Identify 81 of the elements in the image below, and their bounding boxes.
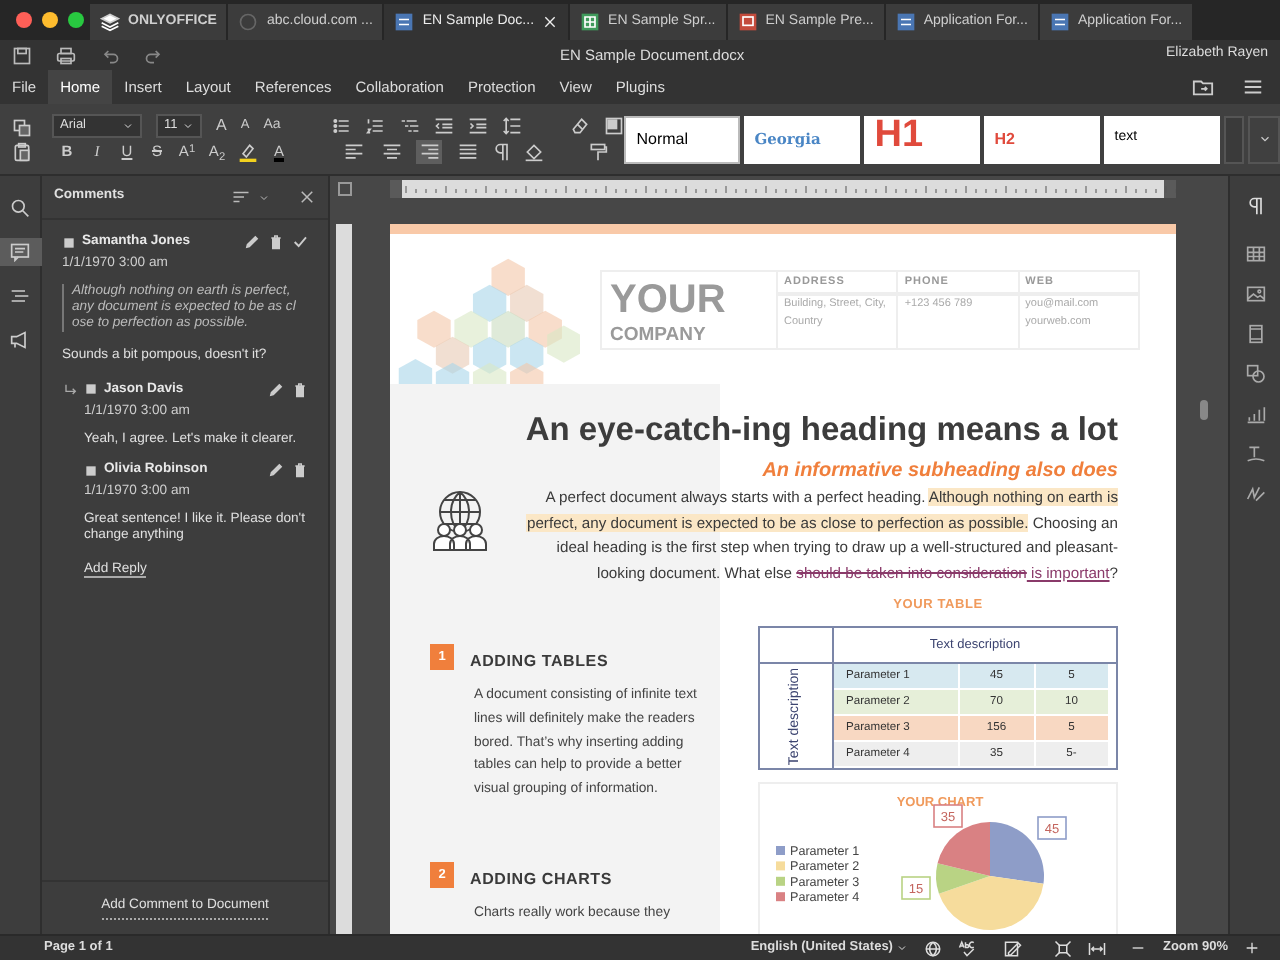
paragraph-mark-icon[interactable] (492, 142, 512, 162)
square-icon (62, 235, 76, 250)
style-option[interactable]: H2 (984, 115, 1101, 163)
paragraph-settings-icon[interactable] (1245, 196, 1265, 216)
document-icon (1049, 12, 1070, 32)
increase-indent-icon[interactable] (468, 116, 489, 136)
pencil-icon[interactable] (244, 234, 260, 251)
caret-icon (182, 120, 194, 132)
signature-icon[interactable] (1245, 484, 1265, 504)
document-subheading: An informative subheading also does (760, 458, 1120, 486)
company-name: YOUR (610, 278, 728, 322)
trash-icon[interactable] (268, 234, 284, 251)
globe-people-icon (428, 488, 492, 552)
ruler-corner-icon[interactable] (338, 181, 352, 195)
section-title: ADDING CHARTS (470, 867, 613, 892)
scrollbar-thumb[interactable] (1200, 400, 1208, 420)
print-icon[interactable] (56, 45, 76, 65)
format-painter-icon[interactable] (588, 142, 608, 162)
align-center-icon[interactable] (378, 140, 404, 164)
caret-icon (1257, 132, 1272, 146)
presentation-icon (737, 12, 758, 32)
track-changes-icon[interactable] (1004, 939, 1023, 957)
justify-icon[interactable] (454, 140, 480, 164)
company-label: COMPANY (610, 322, 708, 350)
ruler[interactable] (390, 179, 1176, 197)
folder-icon[interactable] (1192, 76, 1214, 98)
text-art-icon[interactable] (1245, 444, 1265, 464)
square-icon (84, 382, 98, 397)
section-title: ADDING TABLES (470, 650, 609, 675)
sort-icon[interactable] (232, 188, 250, 206)
style-option[interactable]: Normal (624, 115, 741, 163)
spreadsheet-icon (580, 12, 601, 32)
align-right-icon[interactable] (416, 140, 442, 164)
eraser-icon[interactable] (570, 116, 591, 136)
square-icon (84, 463, 98, 478)
grow-font-button[interactable]: A (216, 114, 227, 138)
document-icon (394, 12, 415, 32)
menu-icon[interactable] (1242, 76, 1264, 98)
bullet-list-icon[interactable] (332, 116, 353, 136)
zoom-in-icon[interactable] (1244, 940, 1260, 956)
chart-settings-icon[interactable] (1245, 404, 1265, 424)
shading-icon[interactable] (604, 116, 625, 136)
comments-icon (10, 242, 30, 262)
comments-button[interactable] (0, 238, 41, 266)
image-settings-icon[interactable] (1245, 284, 1265, 304)
headings-icon (10, 286, 30, 306)
line-spacing-icon[interactable] (502, 116, 523, 136)
multilevel-list-icon[interactable] (400, 116, 421, 136)
highlighter-icon[interactable] (238, 142, 258, 162)
check-icon[interactable] (292, 234, 308, 251)
redo-icon[interactable] (144, 45, 164, 65)
style-gallery-scroll (1224, 115, 1245, 163)
decrease-indent-icon[interactable] (434, 116, 455, 136)
trash-icon[interactable] (292, 462, 308, 479)
document-icon (895, 12, 916, 32)
caret-icon (122, 120, 134, 132)
header-footer-icon[interactable] (1245, 324, 1265, 344)
fit-page-icon[interactable] (1054, 939, 1073, 957)
feedback-icon (10, 330, 30, 350)
close-icon[interactable] (298, 188, 316, 206)
fill-color-icon[interactable] (524, 142, 544, 162)
trash-icon[interactable] (292, 381, 308, 398)
shape-settings-icon[interactable] (1245, 364, 1265, 384)
save-icon[interactable] (12, 45, 32, 65)
spellcheck-icon[interactable] (958, 939, 977, 957)
stack-icon (100, 12, 120, 32)
numbered-list-icon[interactable] (366, 116, 387, 136)
search-icon (10, 198, 30, 218)
fit-width-icon[interactable] (1088, 939, 1107, 957)
document-heading: An eye-catch-ing heading means a lot (523, 410, 1120, 450)
reply-arrow-icon (62, 381, 78, 398)
paste-icon[interactable] (12, 141, 32, 161)
align-left-icon[interactable] (340, 140, 366, 164)
copy-icon[interactable] (12, 117, 32, 137)
undo-icon[interactable] (100, 45, 120, 65)
pencil-icon[interactable] (268, 381, 284, 398)
caret-icon (896, 942, 909, 954)
pencil-icon[interactable] (268, 462, 284, 479)
table-settings-icon[interactable] (1245, 244, 1265, 264)
caret-icon[interactable] (258, 191, 270, 203)
style-option[interactable]: H1 (864, 115, 981, 163)
